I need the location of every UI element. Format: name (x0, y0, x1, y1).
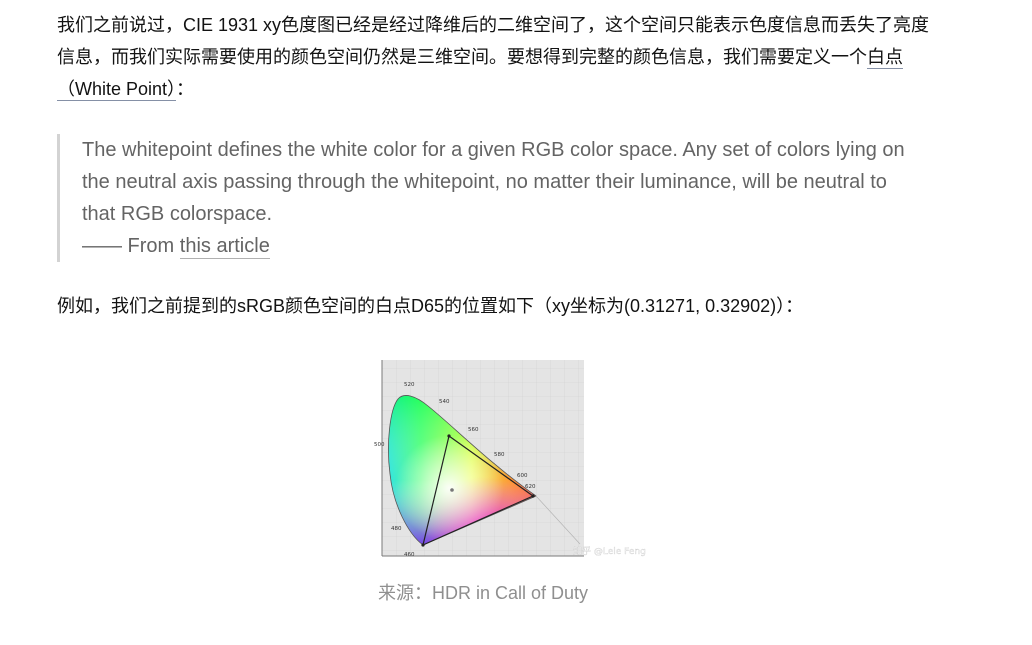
wavelength-label: 600 (517, 473, 528, 479)
figure-caption: 来源：HDR in Call of Duty (378, 583, 589, 603)
this-article-link[interactable]: this article (179, 235, 270, 259)
quote-text: The whitepoint defines the white color f… (82, 139, 905, 225)
wavelength-label: 480 (391, 526, 402, 532)
example-paragraph: 例如，我们之前提到的sRGB颜色空间的白点D65的位置如下（xy坐标为(0.31… (57, 296, 804, 316)
wavelength-label: 500 (374, 442, 385, 448)
cie-diagram-image: 520 540 560 580 600 620 500 480 460 知乎 @… (374, 360, 646, 558)
cie-chromaticity-figure: 520 540 560 580 600 620 500 480 460 知乎 @… (368, 354, 663, 564)
d65-white-point (450, 488, 454, 492)
blue-primary-point (421, 543, 425, 547)
intro-text: 我们之前说过，CIE 1931 xy色度图已经是经过降维后的二维空间了，这个空间… (57, 15, 930, 67)
blockquote: The whitepoint defines the white color f… (57, 134, 917, 262)
wavelength-label: 620 (525, 484, 536, 490)
wavelength-label: 540 (439, 399, 450, 405)
intro-paragraph: 我们之前说过，CIE 1931 xy色度图已经是经过降维后的二维空间了，这个空间… (57, 9, 937, 105)
wavelength-label: 580 (494, 452, 505, 458)
watermark: 知乎 @Lele Feng (573, 545, 646, 557)
red-primary-point (531, 494, 535, 498)
wavelength-label: 460 (404, 552, 415, 558)
wavelength-label: 520 (404, 382, 415, 388)
quote-attribution-prefix: —— From (82, 235, 180, 257)
wavelength-label: 560 (468, 427, 479, 433)
green-primary-point (447, 434, 451, 438)
intro-colon: ： (176, 79, 195, 99)
